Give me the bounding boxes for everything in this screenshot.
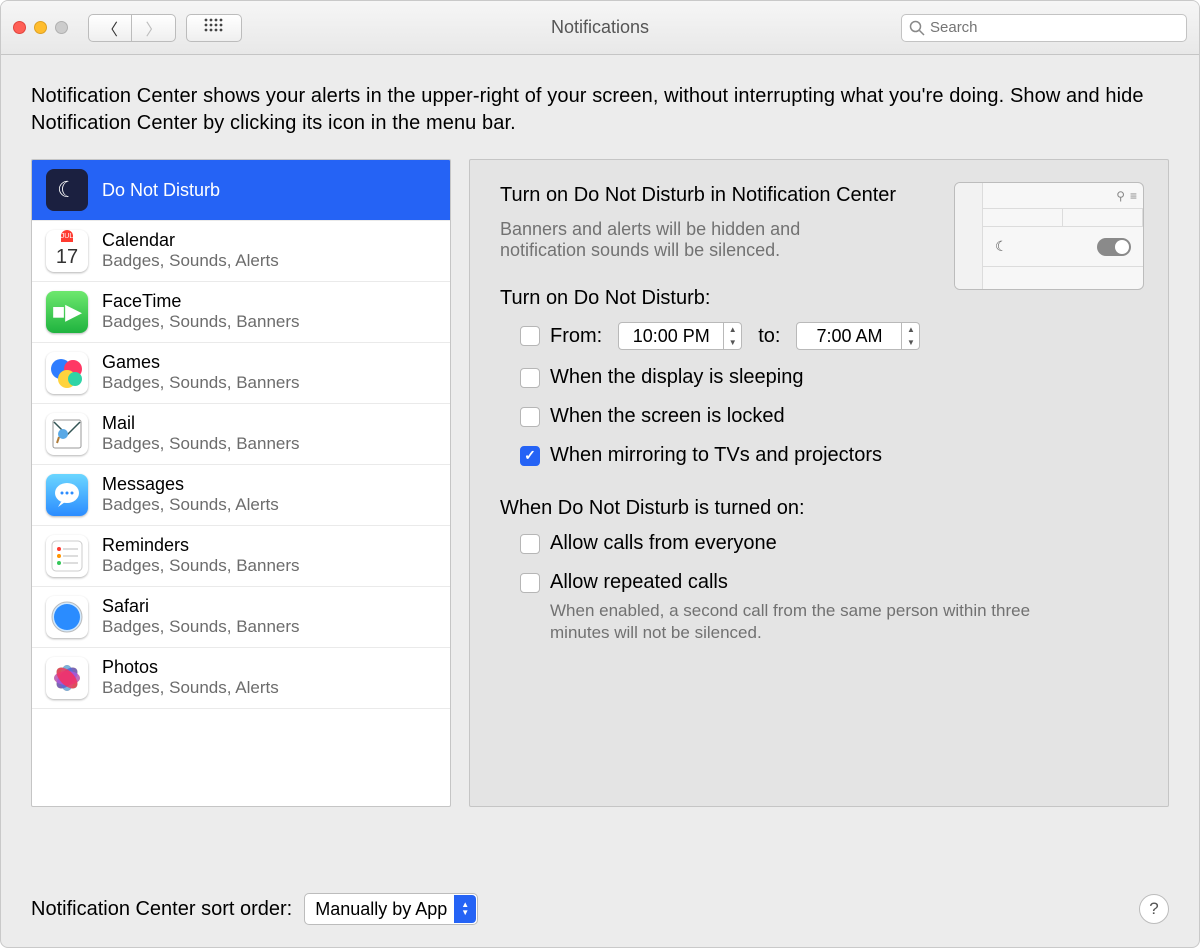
preview-switch-icon: [1097, 238, 1131, 256]
preview-search-icon: ⚲: [1116, 189, 1125, 203]
app-sub: Badges, Sounds, Banners: [102, 434, 300, 454]
calendar-icon: JUL17: [46, 230, 88, 272]
search-icon: [909, 20, 925, 40]
back-button[interactable]: 〈: [88, 14, 132, 42]
checkbox-repeated-calls[interactable]: [520, 573, 540, 593]
mail-icon: [46, 413, 88, 455]
sidebar-item-reminders[interactable]: RemindersBadges, Sounds, Banners: [32, 526, 450, 587]
moon-icon: ☾: [46, 169, 88, 211]
zoom-window-button[interactable]: [55, 21, 68, 34]
forward-button[interactable]: 〉: [132, 14, 176, 42]
to-time-stepper[interactable]: ▲▼: [796, 322, 920, 350]
to-time-stepper-buttons[interactable]: ▲▼: [902, 322, 920, 350]
sidebar-item-calendar[interactable]: JUL17 CalendarBadges, Sounds, Alerts: [32, 221, 450, 282]
sort-order-label: Notification Center sort order:: [31, 898, 292, 921]
sidebar-item-photos[interactable]: PhotosBadges, Sounds, Alerts: [32, 648, 450, 709]
from-time-stepper[interactable]: ▲▼: [618, 322, 742, 350]
window-controls: [13, 21, 68, 34]
safari-icon: [46, 596, 88, 638]
preview-list-icon: ≡: [1130, 189, 1137, 203]
sort-order-select[interactable]: Manually by App: [304, 893, 478, 925]
notifications-window: 〈 〉 Notifications Notifica: [0, 0, 1200, 948]
label-display-sleeping: When the display is sleeping: [550, 366, 803, 389]
sidebar-item-games[interactable]: GamesBadges, Sounds, Banners: [32, 343, 450, 404]
help-button[interactable]: ?: [1139, 894, 1169, 924]
checkbox-from-schedule[interactable]: [520, 326, 540, 346]
sidebar-item-do-not-disturb[interactable]: ☾ Do Not Disturb: [32, 160, 450, 221]
intro-text: Notification Center shows your alerts in…: [31, 83, 1169, 137]
section-dnd-schedule: Turn on Do Not Disturb:: [500, 287, 1138, 310]
footer-bar: Notification Center sort order: Manually…: [31, 893, 1169, 925]
label-screen-locked: When the screen is locked: [550, 405, 785, 428]
section-dnd-on: When Do Not Disturb is turned on:: [500, 497, 1138, 520]
label-repeated-calls: Allow repeated calls: [550, 571, 728, 594]
app-sub: Badges, Sounds, Banners: [102, 617, 300, 637]
sidebar-item-mail[interactable]: MailBadges, Sounds, Banners: [32, 404, 450, 465]
close-window-button[interactable]: [13, 21, 26, 34]
titlebar: 〈 〉 Notifications: [1, 1, 1199, 55]
game-center-icon: [46, 352, 88, 394]
app-sub: Badges, Sounds, Alerts: [102, 678, 279, 698]
nav-button-group: 〈 〉: [88, 14, 176, 42]
reminders-icon: [46, 535, 88, 577]
app-sub: Badges, Sounds, Alerts: [102, 251, 279, 271]
content-area: Notification Center shows your alerts in…: [1, 55, 1199, 807]
app-sub: Badges, Sounds, Banners: [102, 373, 300, 393]
sidebar-item-safari[interactable]: SafariBadges, Sounds, Banners: [32, 587, 450, 648]
app-name: Mail: [102, 414, 300, 433]
minimize-window-button[interactable]: [34, 21, 47, 34]
app-list[interactable]: ☾Do Not DisturbJUL17CalendarBadges, Soun…: [31, 159, 451, 807]
from-time-input[interactable]: [618, 322, 724, 350]
checkbox-mirroring[interactable]: [520, 446, 540, 466]
app-name: Messages: [102, 475, 279, 494]
repeated-calls-help: When enabled, a second call from the sam…: [550, 600, 1070, 644]
checkbox-screen-locked[interactable]: [520, 407, 540, 427]
app-sub: Badges, Sounds, Alerts: [102, 495, 279, 515]
sidebar-item-facetime[interactable]: ■▶ FaceTimeBadges, Sounds, Banners: [32, 282, 450, 343]
app-name: Reminders: [102, 536, 300, 555]
label-allow-everyone: Allow calls from everyone: [550, 532, 777, 555]
detail-pane: ⚲ ≡ ☾ Turn on Do Not Disturb in Notifica…: [469, 159, 1169, 807]
label-mirroring: When mirroring to TVs and projectors: [550, 444, 882, 467]
search-field[interactable]: [901, 14, 1187, 42]
preview-moon-icon: ☾: [995, 238, 1008, 255]
checkbox-display-sleeping[interactable]: [520, 368, 540, 388]
app-name: Calendar: [102, 231, 279, 250]
to-time-input[interactable]: [796, 322, 902, 350]
from-label: From:: [550, 325, 602, 348]
grid-icon: [204, 18, 224, 37]
app-sub: Badges, Sounds, Banners: [102, 556, 300, 576]
sidebar-item-messages[interactable]: MessagesBadges, Sounds, Alerts: [32, 465, 450, 526]
app-name: Games: [102, 353, 300, 372]
facetime-icon: ■▶: [46, 291, 88, 333]
panes: ☾Do Not DisturbJUL17CalendarBadges, Soun…: [31, 159, 1169, 807]
app-name: FaceTime: [102, 292, 300, 311]
checkbox-allow-everyone[interactable]: [520, 534, 540, 554]
app-name: Photos: [102, 658, 279, 677]
preview-illustration: ⚲ ≡ ☾: [954, 182, 1144, 290]
chevron-right-icon: 〉: [145, 16, 161, 40]
chevron-left-icon: 〈: [102, 16, 118, 40]
from-time-stepper-buttons[interactable]: ▲▼: [724, 322, 742, 350]
app-name: Safari: [102, 597, 300, 616]
messages-icon: [46, 474, 88, 516]
app-name: Do Not Disturb: [102, 181, 220, 200]
app-sub: Badges, Sounds, Banners: [102, 312, 300, 332]
photos-icon: [46, 657, 88, 699]
show-all-button[interactable]: [186, 14, 242, 42]
to-label: to:: [758, 325, 780, 348]
detail-description: Banners and alerts will be hidden and no…: [500, 219, 880, 261]
search-input[interactable]: [901, 14, 1187, 42]
